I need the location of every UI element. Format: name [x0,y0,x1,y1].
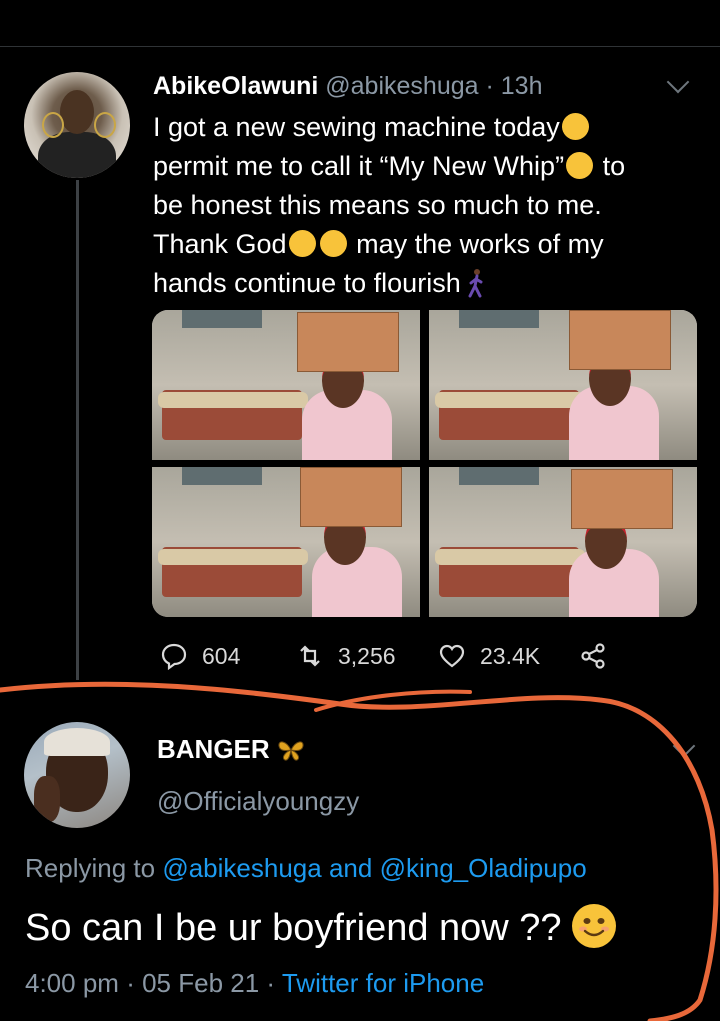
photo-thumbnail[interactable] [429,467,697,617]
mention-link[interactable]: @abikeshuga [162,853,321,883]
tweet-text-segment: be honest this means so much to me. [153,190,602,220]
photo-thumbnail[interactable] [152,467,420,617]
retweet-button[interactable]: 3,256 [296,642,396,670]
retweet-icon [300,645,320,667]
author-name[interactable]: AbikeOlawuni [153,72,318,100]
tears-of-joy-emoji-icon [566,152,594,179]
separator-dot: · [266,968,276,998]
tweet-text-line: Thank God may the works of my [153,225,703,264]
tweet-text: I got a new sewing machine today permit … [153,108,703,303]
share-icon [581,643,605,669]
reply-icon [161,643,187,670]
reply-text: So can I be ur boyfriend now ?? [25,904,616,950]
media-grid [152,310,697,617]
thread-connector-line [76,180,79,680]
separator-dot: · [126,968,135,998]
replying-prefix: Replying to [25,853,156,883]
retweet-count: 3,256 [338,642,396,669]
tweet-text-line: permit me to call it “My New Whip” to [153,147,703,186]
smiling-face-emoji-icon [571,904,616,948]
chevron-down-icon[interactable] [672,734,696,758]
reply-count: 604 [202,642,241,669]
replying-and: and [328,853,373,883]
butterfly-emoji-icon [278,741,304,761]
tweet-text-line: hands continue to flourish [153,264,703,303]
photo-thumbnail[interactable] [152,310,420,460]
tweet-text-segment: may the works of my [348,229,604,259]
avatar-body [38,132,116,178]
tweet-text-segment: permit me to call it “My New Whip” [153,151,565,181]
reply-author: BANGER [157,734,306,765]
avatar[interactable] [24,722,130,828]
avatar-face [60,90,94,134]
top-divider [0,46,720,47]
tweet-text-segment: to [595,151,626,181]
person-walking-emoji-icon [468,269,483,298]
heart-icon [439,644,465,668]
tweet-date[interactable]: 05 Feb 21 [142,968,259,998]
like-count: 23.4K [480,642,541,669]
tweet-source[interactable]: Twitter for iPhone [282,968,484,998]
avatar-cap [44,728,110,756]
tweet-text-line: I got a new sewing machine today [153,108,703,147]
like-button[interactable]: 23.4K [438,642,540,670]
tweet-text-segment: I got a new sewing machine today [153,112,560,142]
smiling-halo-emoji-icon [319,230,347,257]
tweet-meta: 4:00 pm · 05 Feb 21 · Twitter for iPhone [25,968,484,999]
earring-left [42,112,64,138]
tweet-timestamp[interactable]: 13h [501,72,543,100]
mention-link[interactable]: @king_Oladipupo [380,853,587,883]
author-handle[interactable]: @abikeshuga [325,72,478,100]
tweet-text-segment: Thank God [153,229,287,259]
pleading-face-emoji-icon [561,113,589,140]
tweet-time[interactable]: 4:00 pm [25,968,119,998]
reply-text-content: So can I be ur boyfriend now ?? [25,907,562,949]
avatar-hand [34,776,60,822]
reply-author-name[interactable]: BANGER [157,734,270,764]
chevron-down-icon[interactable] [666,70,690,94]
tweet-text-segment: hands continue to flourish [153,268,461,298]
avatar[interactable] [24,72,130,178]
tweet-text-line: be honest this means so much to me. [153,186,703,225]
earring-right [94,112,116,138]
replying-to: Replying to @abikeshuga and @king_Oladip… [25,853,587,884]
photo-thumbnail[interactable] [429,310,697,460]
reply-author-handle[interactable]: @Officialyoungzy [157,786,359,817]
share-button[interactable] [579,642,621,670]
smiling-halo-emoji-icon [288,230,316,257]
tweet-header: AbikeOlawuni @abikeshuga · 13h [153,70,542,102]
reply-button[interactable]: 604 [160,642,240,670]
separator-dot: · [485,72,494,100]
